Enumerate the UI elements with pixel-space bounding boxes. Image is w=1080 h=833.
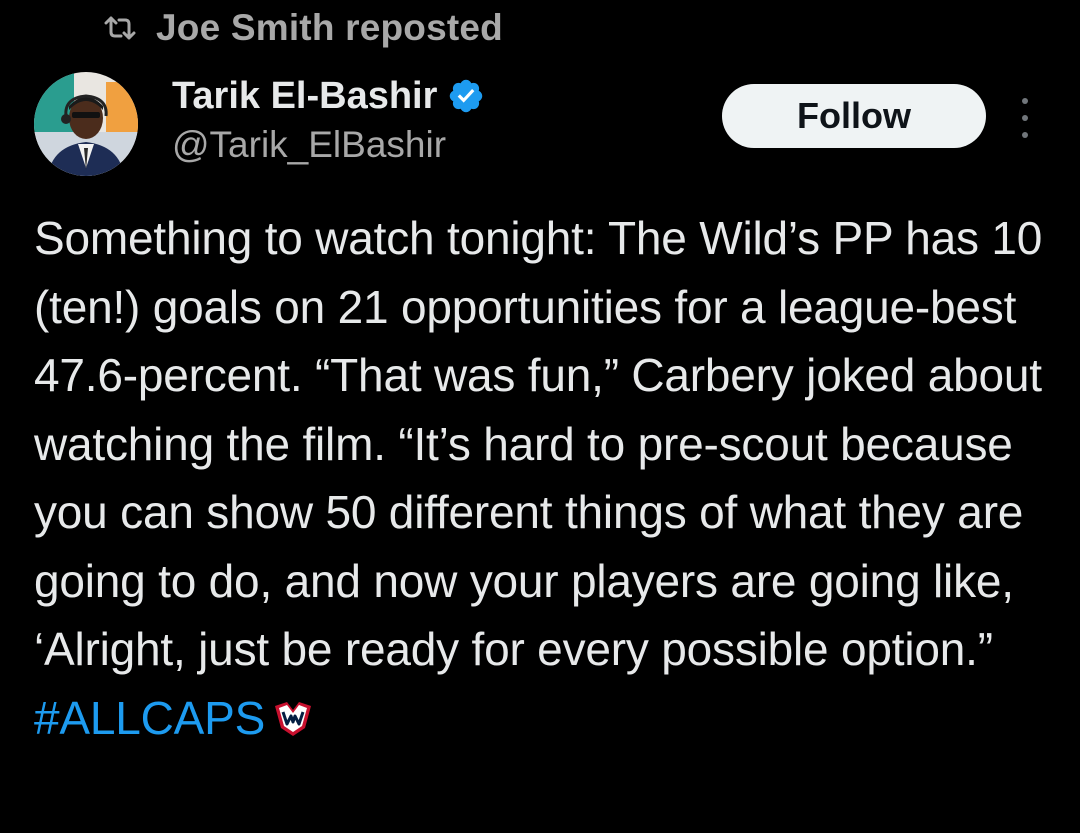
author-handle[interactable]: @Tarik_ElBashir (172, 124, 446, 166)
hashtag-link[interactable]: #ALLCAPS (34, 692, 265, 744)
verified-badge-icon (447, 77, 485, 115)
avatar[interactable] (34, 72, 138, 176)
dot (1022, 115, 1028, 121)
author-name-row[interactable]: Tarik El-Bashir (172, 70, 485, 122)
tweet-text: Something to watch tonight: The Wild’s P… (34, 204, 1054, 752)
repost-header: Joe Smith reposted (104, 4, 503, 52)
follow-button[interactable]: Follow (722, 84, 986, 148)
tweet-body-text: Something to watch tonight: The Wild’s P… (34, 212, 1043, 675)
author-display-name[interactable]: Tarik El-Bashir (172, 75, 437, 118)
repost-icon (104, 15, 136, 41)
repost-label[interactable]: Joe Smith reposted (156, 7, 503, 49)
more-options-icon[interactable] (1010, 98, 1040, 138)
capitals-logo-icon (271, 698, 315, 738)
dot (1022, 98, 1028, 104)
dot (1022, 132, 1028, 138)
